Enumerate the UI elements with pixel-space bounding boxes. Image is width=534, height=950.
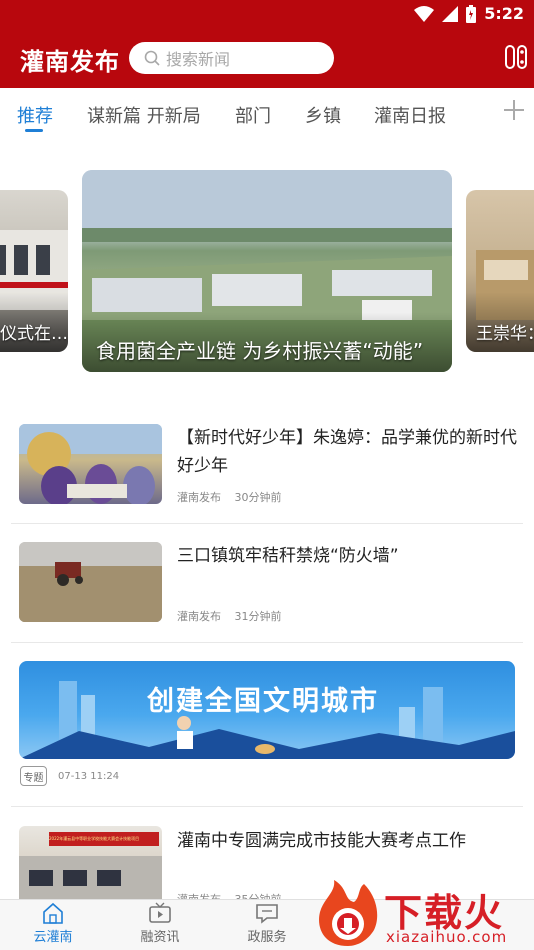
nav-label: 政服务 — [247, 930, 287, 945]
app-title: 灌南发布 — [20, 48, 120, 76]
app-screen: 5:22 灌南发布 搜索新闻 推荐 谋新篇 开新局 部门 乡镇 灌南日报 仪式在… — [0, 0, 534, 950]
category-tabs: 推荐 谋新篇 开新局 部门 乡镇 灌南日报 — [0, 88, 534, 138]
nav-cloud-guannan[interactable]: 云灌南 — [23, 902, 83, 945]
carousel-slide-main[interactable]: 食用菌全产业链 为乡村振兴蓄“动能” — [82, 170, 452, 372]
news-title: 【新时代好少年】朱逸婷：品学兼优的新时代好少年 — [177, 428, 517, 476]
tractor-photo — [19, 542, 162, 622]
search-input[interactable]: 搜索新闻 — [129, 42, 334, 74]
tv-icon — [149, 902, 171, 923]
status-bar: 5:22 — [0, 0, 534, 28]
topic-badge: 专题 — [20, 766, 47, 786]
add-tab-icon[interactable] — [502, 98, 526, 122]
news-thumbnail — [19, 542, 162, 622]
watermark-logo: 下载火 xiazaihuo.com — [314, 876, 534, 950]
status-icons: 5:22 — [414, 4, 524, 23]
chat-icon — [256, 904, 278, 924]
news-time: 30分钟前 — [234, 491, 282, 504]
signal-icon — [442, 5, 459, 22]
nav-label: 云灌南 — [33, 930, 73, 945]
news-time: 31分钟前 — [234, 610, 282, 623]
carousel-slide-prev[interactable]: 仪式在… — [0, 190, 68, 352]
special-topic-banner[interactable]: 创建全国文明城市 — [19, 661, 515, 759]
news-meta: 灌南发布 30分钟前 — [177, 489, 292, 505]
tab-recommend[interactable]: 推荐 — [17, 102, 53, 128]
news-title: 灌南中专圆满完成市技能大赛考点工作 — [177, 831, 466, 851]
tab-new-chapter[interactable]: 谋新篇 开新局 — [87, 102, 201, 128]
search-icon — [144, 50, 160, 66]
status-time: 5:22 — [484, 4, 524, 23]
wifi-icon — [414, 5, 435, 22]
banner-title: 创建全国文明城市 — [147, 686, 379, 717]
nav-label: 融资讯 — [140, 930, 180, 945]
tab-departments[interactable]: 部门 — [235, 102, 271, 128]
news-item[interactable]: 三口镇筑牢秸秆禁烧“防火墙” 灌南发布 31分钟前 — [11, 524, 523, 643]
news-title: 三口镇筑牢秸秆禁烧“防火墙” — [177, 546, 399, 566]
menu-icon[interactable] — [504, 44, 528, 70]
watermark-url: xiazaihuo.com — [386, 928, 508, 946]
tab-guannan-daily[interactable]: 灌南日报 — [374, 102, 446, 128]
carousel-caption-main: 食用菌全产业链 为乡村振兴蓄“动能” — [96, 339, 424, 363]
news-thumbnail — [19, 424, 162, 504]
students-photo — [19, 424, 162, 504]
news-meta: 灌南发布 31分钟前 — [177, 608, 292, 624]
classroom-banner-text: 2022年灌云县中等职业学校技能大赛会计技能项目 — [49, 836, 140, 841]
topic-time: 07-13 11:24 — [58, 771, 120, 782]
news-thumbnail: 2022年灌云县中等职业学校技能大赛会计技能项目 — [19, 826, 162, 906]
carousel-caption-next: 王崇华： — [476, 324, 534, 344]
headline-carousel[interactable]: 仪式在… 食用菌全产业链 为乡村振兴蓄“动能” 王崇华： — [0, 160, 534, 380]
nav-news[interactable]: 融资讯 — [130, 902, 190, 945]
carousel-caption-prev: 仪式在… — [0, 324, 68, 344]
app-header: 灌南发布 搜索新闻 — [0, 28, 534, 88]
tab-towns[interactable]: 乡镇 — [305, 102, 341, 128]
battery-icon — [466, 4, 477, 23]
flame-logo-icon — [319, 880, 378, 946]
news-source: 灌南发布 — [177, 610, 221, 623]
carousel-slide-next[interactable]: 王崇华： — [466, 190, 534, 352]
news-item[interactable]: 【新时代好少年】朱逸婷：品学兼优的新时代好少年 灌南发布 30分钟前 — [11, 404, 523, 524]
search-placeholder: 搜索新闻 — [166, 50, 231, 69]
home-icon — [43, 902, 63, 924]
tab-active-indicator — [25, 129, 43, 132]
nav-gov-services[interactable]: 政服务 — [237, 902, 297, 945]
top-bar: 5:22 灌南发布 搜索新闻 — [0, 0, 534, 88]
news-source: 灌南发布 — [177, 491, 221, 504]
